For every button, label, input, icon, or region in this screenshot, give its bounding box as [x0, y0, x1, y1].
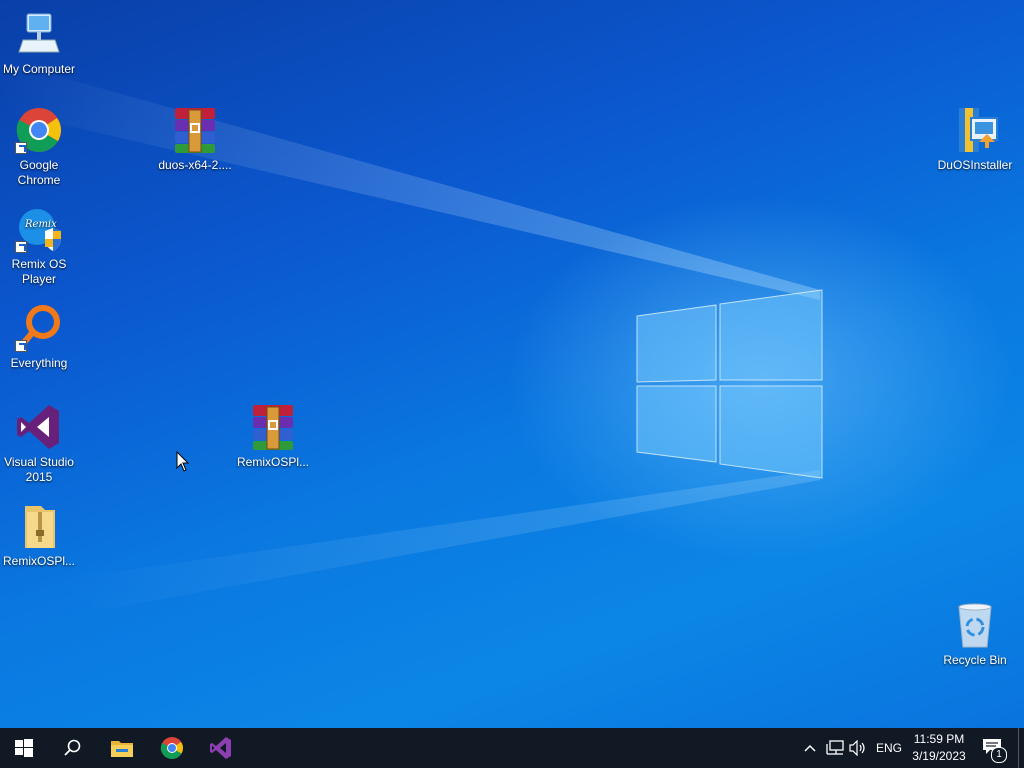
winrar-archive-icon [249, 403, 297, 451]
recycle-bin-icon [951, 601, 999, 649]
desktop-icon-everything[interactable]: Everything [0, 304, 78, 371]
visual-studio-icon [210, 737, 231, 759]
windows-logo-wallpaper [636, 289, 823, 479]
start-icon [15, 739, 33, 757]
clock-time: 11:59 PM [913, 732, 965, 746]
icon-label: Visual Studio 2015 [4, 455, 74, 484]
icon-label: Everything [10, 356, 68, 370]
taskbar-clock[interactable]: 11:59 PM 3/19/2023 [900, 731, 978, 765]
notification-count-badge: 1 [991, 747, 1007, 763]
taskbar-visual-studio[interactable] [197, 728, 245, 768]
wallpaper-light-beams [0, 60, 823, 610]
taskbar-file-explorer[interactable] [98, 728, 146, 768]
start-button[interactable] [0, 728, 48, 768]
winrar-archive-icon [171, 106, 219, 154]
icon-label: My Computer [2, 62, 76, 76]
zip-folder-icon [15, 502, 63, 550]
file-explorer-icon [111, 741, 133, 757]
desktop-icon-my-computer[interactable]: My Computer [0, 10, 78, 77]
show-desktop-button[interactable] [1018, 728, 1024, 768]
desktop-icon-duos-installer[interactable]: DuOSInstaller [936, 106, 1014, 173]
icon-label: RemixOSPl... [236, 455, 309, 469]
icon-label: Recycle Bin [943, 653, 1007, 667]
desktop-icon-recycle-bin[interactable]: Recycle Bin [936, 601, 1014, 668]
desktop-icon-remix-os-player[interactable]: Remix Remix OS Player [0, 205, 78, 287]
shortcut-arrow-icon [15, 142, 27, 154]
remix-os-icon: Remix [15, 205, 63, 253]
search-button[interactable] [48, 728, 96, 768]
icon-label: duos-x64-2.... [158, 158, 232, 172]
desktop-icon-google-chrome[interactable]: Google Chrome [0, 106, 78, 188]
desktop-icon-remix-folder[interactable]: RemixOSPl... [0, 502, 78, 569]
computer-icon [15, 10, 63, 58]
everything-search-icon [15, 304, 63, 352]
shortcut-arrow-icon [15, 241, 27, 253]
input-language-indicator[interactable]: ENG [876, 741, 902, 755]
chrome-icon [15, 106, 63, 154]
action-center-button[interactable]: 1 [980, 736, 1007, 763]
icon-label: Google Chrome [17, 158, 61, 187]
network-icon[interactable] [826, 740, 844, 756]
icon-label: DuOSInstaller [937, 158, 1013, 172]
taskbar-chrome[interactable] [148, 728, 196, 768]
taskbar: ENG 11:59 PM 3/19/2023 1 [0, 728, 1024, 768]
search-icon [64, 739, 81, 756]
desktop-icon-visual-studio[interactable]: Visual Studio 2015 [0, 403, 78, 485]
icon-label: RemixOSPl... [2, 554, 75, 568]
mouse-cursor-icon [176, 451, 190, 472]
installer-icon [951, 106, 999, 154]
clock-date: 3/19/2023 [912, 749, 966, 763]
desktop-icon-duos-archive[interactable]: duos-x64-2.... [156, 106, 234, 173]
volume-icon[interactable] [849, 740, 867, 756]
show-hidden-icons-chevron-icon[interactable] [803, 742, 817, 754]
visual-studio-icon [15, 403, 63, 451]
shortcut-arrow-icon [15, 340, 27, 352]
icon-label: Remix OS Player [11, 257, 67, 286]
chrome-icon [160, 737, 183, 759]
desktop-icon-remix-archive[interactable]: RemixOSPl... [234, 403, 312, 470]
